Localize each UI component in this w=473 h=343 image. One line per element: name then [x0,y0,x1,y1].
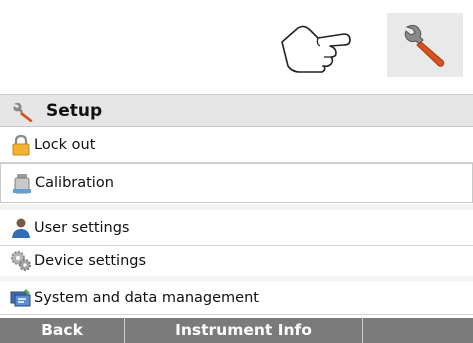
menu-item-label: User settings [34,219,130,236]
menu-item-label: Calibration [35,175,114,191]
empty-softkey[interactable] [363,318,473,343]
setup-wrench-button[interactable] [387,13,463,77]
setup-menu: Setup Lock out Calibration User settings [0,94,473,343]
user-icon [12,218,30,238]
wrench-icon [404,24,445,67]
menu-item-lock-out[interactable]: Lock out [0,127,473,163]
menu-item-user-settings[interactable]: User settings [0,210,473,246]
menu-item-label: System and data management [34,289,259,306]
system-data-icon [10,288,31,306]
back-button[interactable]: Back [0,318,124,343]
bottom-bar: Back Instrument Info [0,318,473,343]
page-title: Setup [46,101,103,121]
wrench-icon [13,102,33,122]
menu-item-label: Device settings [34,253,147,269]
gears-icon [11,251,31,271]
menu-item-device-settings[interactable]: Device settings [0,246,473,276]
padlock-icon [12,134,30,155]
instrument-info-button[interactable]: Instrument Info [125,318,362,343]
menu-item-calibration[interactable]: Calibration [0,163,473,203]
pointing-hand-icon [278,20,354,76]
weight-calibration-icon [13,174,31,194]
menu-item-system-data-management[interactable]: System and data management [0,281,473,315]
menu-header: Setup [0,94,473,127]
menu-item-label: Lock out [34,136,96,153]
